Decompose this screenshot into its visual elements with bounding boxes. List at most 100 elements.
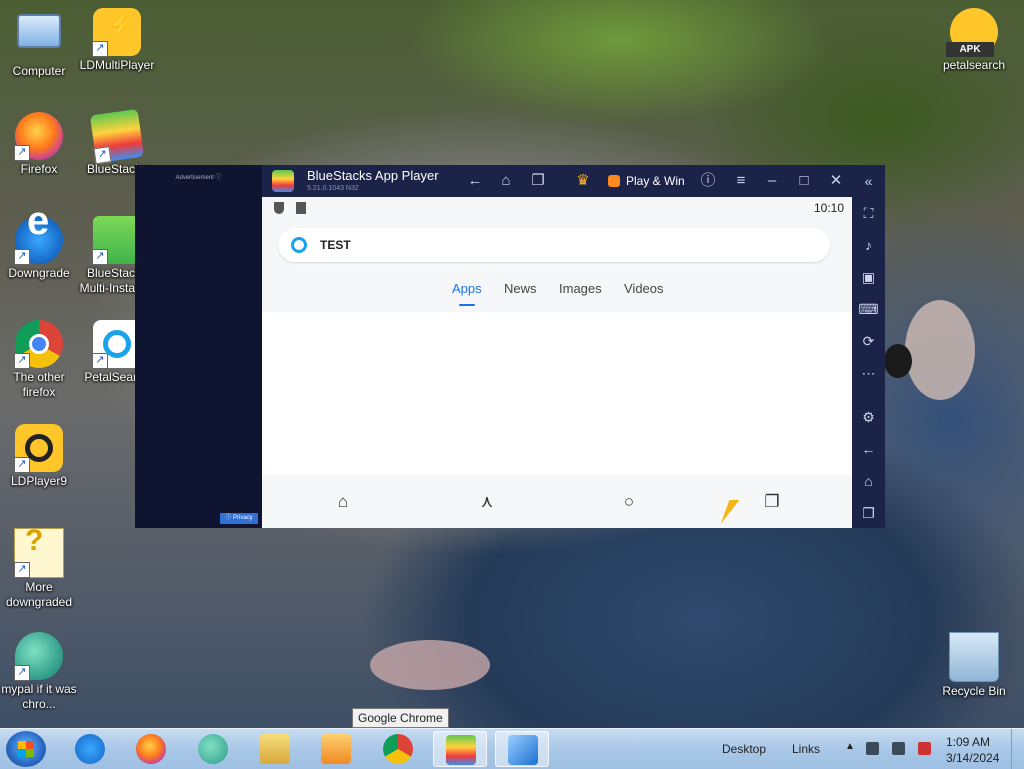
ldmultiplayer-icon: ↗ — [92, 8, 141, 57]
bluestacks-icon — [446, 735, 476, 765]
desktop-icon-label: petalsearch — [942, 58, 1006, 72]
volume-muted-icon[interactable] — [918, 742, 931, 755]
desktop-icon-label: mypal if it was chro... — [1, 682, 77, 711]
nav-discover-icon[interactable]: ⋏ — [476, 491, 498, 513]
collapse-sidebar-icon[interactable]: « — [852, 171, 885, 191]
desktop-icon-petalsearch-apk[interactable]: petalsearch — [936, 8, 1012, 73]
desktop-toolbar[interactable]: Desktop — [722, 742, 766, 756]
tab-images[interactable]: Images — [559, 281, 602, 296]
nav-tabs-icon[interactable]: ❐ — [761, 491, 783, 513]
taskbar-bluestacks[interactable] — [433, 731, 487, 767]
desktop-icon-label: LDMultiPlayer — [79, 58, 155, 72]
internet-explorer-icon: ↗ — [14, 214, 63, 265]
desktop-icon-label: Computer — [12, 64, 66, 78]
minimize-icon[interactable]: – — [761, 171, 783, 191]
desktop-icon-recycle-bin[interactable]: Recycle Bin — [936, 632, 1012, 699]
desktop-icon-label: Recycle Bin — [942, 684, 1006, 698]
help-icon[interactable]: ⓘ — [697, 171, 719, 191]
settings-icon[interactable]: ⚙ — [852, 407, 885, 427]
close-icon[interactable]: ✕ — [825, 171, 847, 191]
desktop-icon-downgrade[interactable]: ↗ Downgrade — [1, 214, 77, 281]
desktop-icon-computer[interactable]: Computer — [1, 8, 77, 79]
desktop-icon-ldmultiplayer[interactable]: ↗ LDMultiPlayer — [79, 8, 155, 73]
internet-explorer-icon — [75, 734, 105, 764]
desktop-icon-label: Firefox — [20, 162, 58, 176]
wallpaper-rat-ear — [905, 300, 975, 400]
ldplayer9-icon: ↗ — [14, 424, 63, 473]
desktop-icon-the-other-firefox[interactable]: ↗ The other firefox — [1, 320, 77, 400]
android-back-icon[interactable]: ← — [852, 439, 885, 459]
taskbar: Desktop Links ▲ 1:09 AM 3/14/2024 — [0, 728, 1024, 769]
active-tab-indicator — [459, 304, 475, 306]
bluestacks-sidebar: « ⛶ ♪ ▣ ⌨ ⟳ ⋯ ⚙ ← ⌂ ❐ — [852, 165, 885, 528]
advertisement-panel[interactable]: Advertisement ⓘ ⓘ Privacy — [135, 165, 262, 528]
clock-time[interactable]: 1:09 AM — [946, 735, 990, 749]
links-toolbar[interactable]: Links — [792, 742, 820, 756]
privacy-button[interactable]: ⓘ Privacy — [220, 513, 258, 524]
show-hidden-icons-icon[interactable]: ▲ — [845, 741, 855, 752]
play-and-win-button[interactable]: Play & Win — [608, 171, 685, 191]
nav-search-icon[interactable]: ○ — [618, 491, 640, 513]
nav-home-icon[interactable]: ⌂ — [332, 491, 354, 513]
notification-icon — [296, 202, 306, 214]
apk-icon — [946, 8, 998, 57]
tab-apps[interactable]: Apps — [452, 281, 482, 296]
mypal-icon: ↗ — [14, 632, 63, 681]
taskbar-shark[interactable] — [495, 731, 549, 767]
taskbar-file-explorer[interactable] — [248, 731, 302, 767]
advertisement-label: Advertisement ⓘ — [175, 175, 222, 181]
taskbar-firefox[interactable] — [124, 731, 178, 767]
shield-icon — [274, 202, 284, 214]
firefox-icon — [136, 734, 166, 764]
play-win-icon — [608, 175, 620, 187]
media-player-icon — [321, 734, 351, 764]
results-content — [262, 312, 852, 475]
mypal-icon — [198, 734, 228, 764]
show-desktop-button[interactable] — [1011, 729, 1024, 769]
desktop-icon-mypal[interactable]: ↗ mypal if it was chro... — [1, 632, 77, 712]
taskbar-google-chrome[interactable] — [371, 731, 425, 767]
desktop-icon-label: More downgraded — [5, 580, 73, 609]
volume-icon[interactable]: ♪ — [852, 235, 885, 255]
recycle-bin-icon — [949, 632, 999, 682]
crown-icon[interactable]: ♛ — [572, 171, 594, 191]
taskbar-internet-explorer[interactable] — [63, 731, 117, 767]
menu-icon[interactable]: ≡ — [730, 171, 752, 191]
back-icon[interactable]: ← — [464, 171, 486, 191]
bluestacks-titlebar[interactable]: BlueStacks App Player 5.21.0.1043 N32 ← … — [262, 165, 852, 197]
more-options-icon[interactable]: ⋯ — [852, 363, 885, 383]
wallpaper-rat-eye — [884, 344, 912, 378]
desktop-icon-ldplayer9[interactable]: ↗ LDPlayer9 — [1, 424, 77, 489]
search-bar[interactable]: TEST — [278, 228, 830, 262]
clock-date[interactable]: 3/14/2024 — [946, 751, 999, 765]
android-home-icon[interactable]: ⌂ — [852, 471, 885, 491]
action-center-flag-icon[interactable] — [866, 742, 879, 755]
maximize-icon[interactable]: □ — [793, 171, 815, 191]
macro-icon[interactable]: ⟳ — [852, 331, 885, 351]
petal-search-icon — [291, 237, 307, 253]
search-query: TEST — [320, 238, 351, 252]
android-screen[interactable]: 10:10 TEST Apps News Images Videos ⌂ ⋏ ○… — [262, 197, 852, 528]
fullscreen-icon[interactable]: ⛶ — [852, 203, 885, 223]
desktop-icon-more-downgraded[interactable]: ↗ More downgraded — [1, 528, 77, 610]
android-status-bar: 10:10 — [262, 197, 852, 221]
tab-videos[interactable]: Videos — [624, 281, 664, 296]
network-icon[interactable] — [892, 742, 905, 755]
multi-window-icon[interactable]: ❐ — [527, 171, 549, 191]
bluestacks-logo-icon — [272, 170, 294, 192]
taskbar-mypal[interactable] — [186, 731, 240, 767]
window-title: BlueStacks App Player — [307, 168, 439, 183]
taskbar-media-player[interactable] — [309, 731, 363, 767]
keyboard-icon[interactable]: ⌨ — [852, 299, 885, 319]
wallpaper-rat-paw — [370, 640, 490, 690]
home-icon[interactable]: ⌂ — [495, 171, 517, 191]
desktop-icon-label: Downgrade — [8, 266, 70, 280]
play-win-label: Play & Win — [626, 174, 685, 188]
tab-news[interactable]: News — [504, 281, 537, 296]
screenshot-icon[interactable]: ▣ — [852, 267, 885, 287]
recent-apps-icon[interactable]: ❐ — [852, 503, 885, 523]
desktop-icon-firefox[interactable]: ↗ Firefox — [1, 112, 77, 177]
folder-icon — [260, 734, 290, 764]
computer-icon — [17, 14, 61, 48]
start-button[interactable] — [6, 731, 46, 767]
